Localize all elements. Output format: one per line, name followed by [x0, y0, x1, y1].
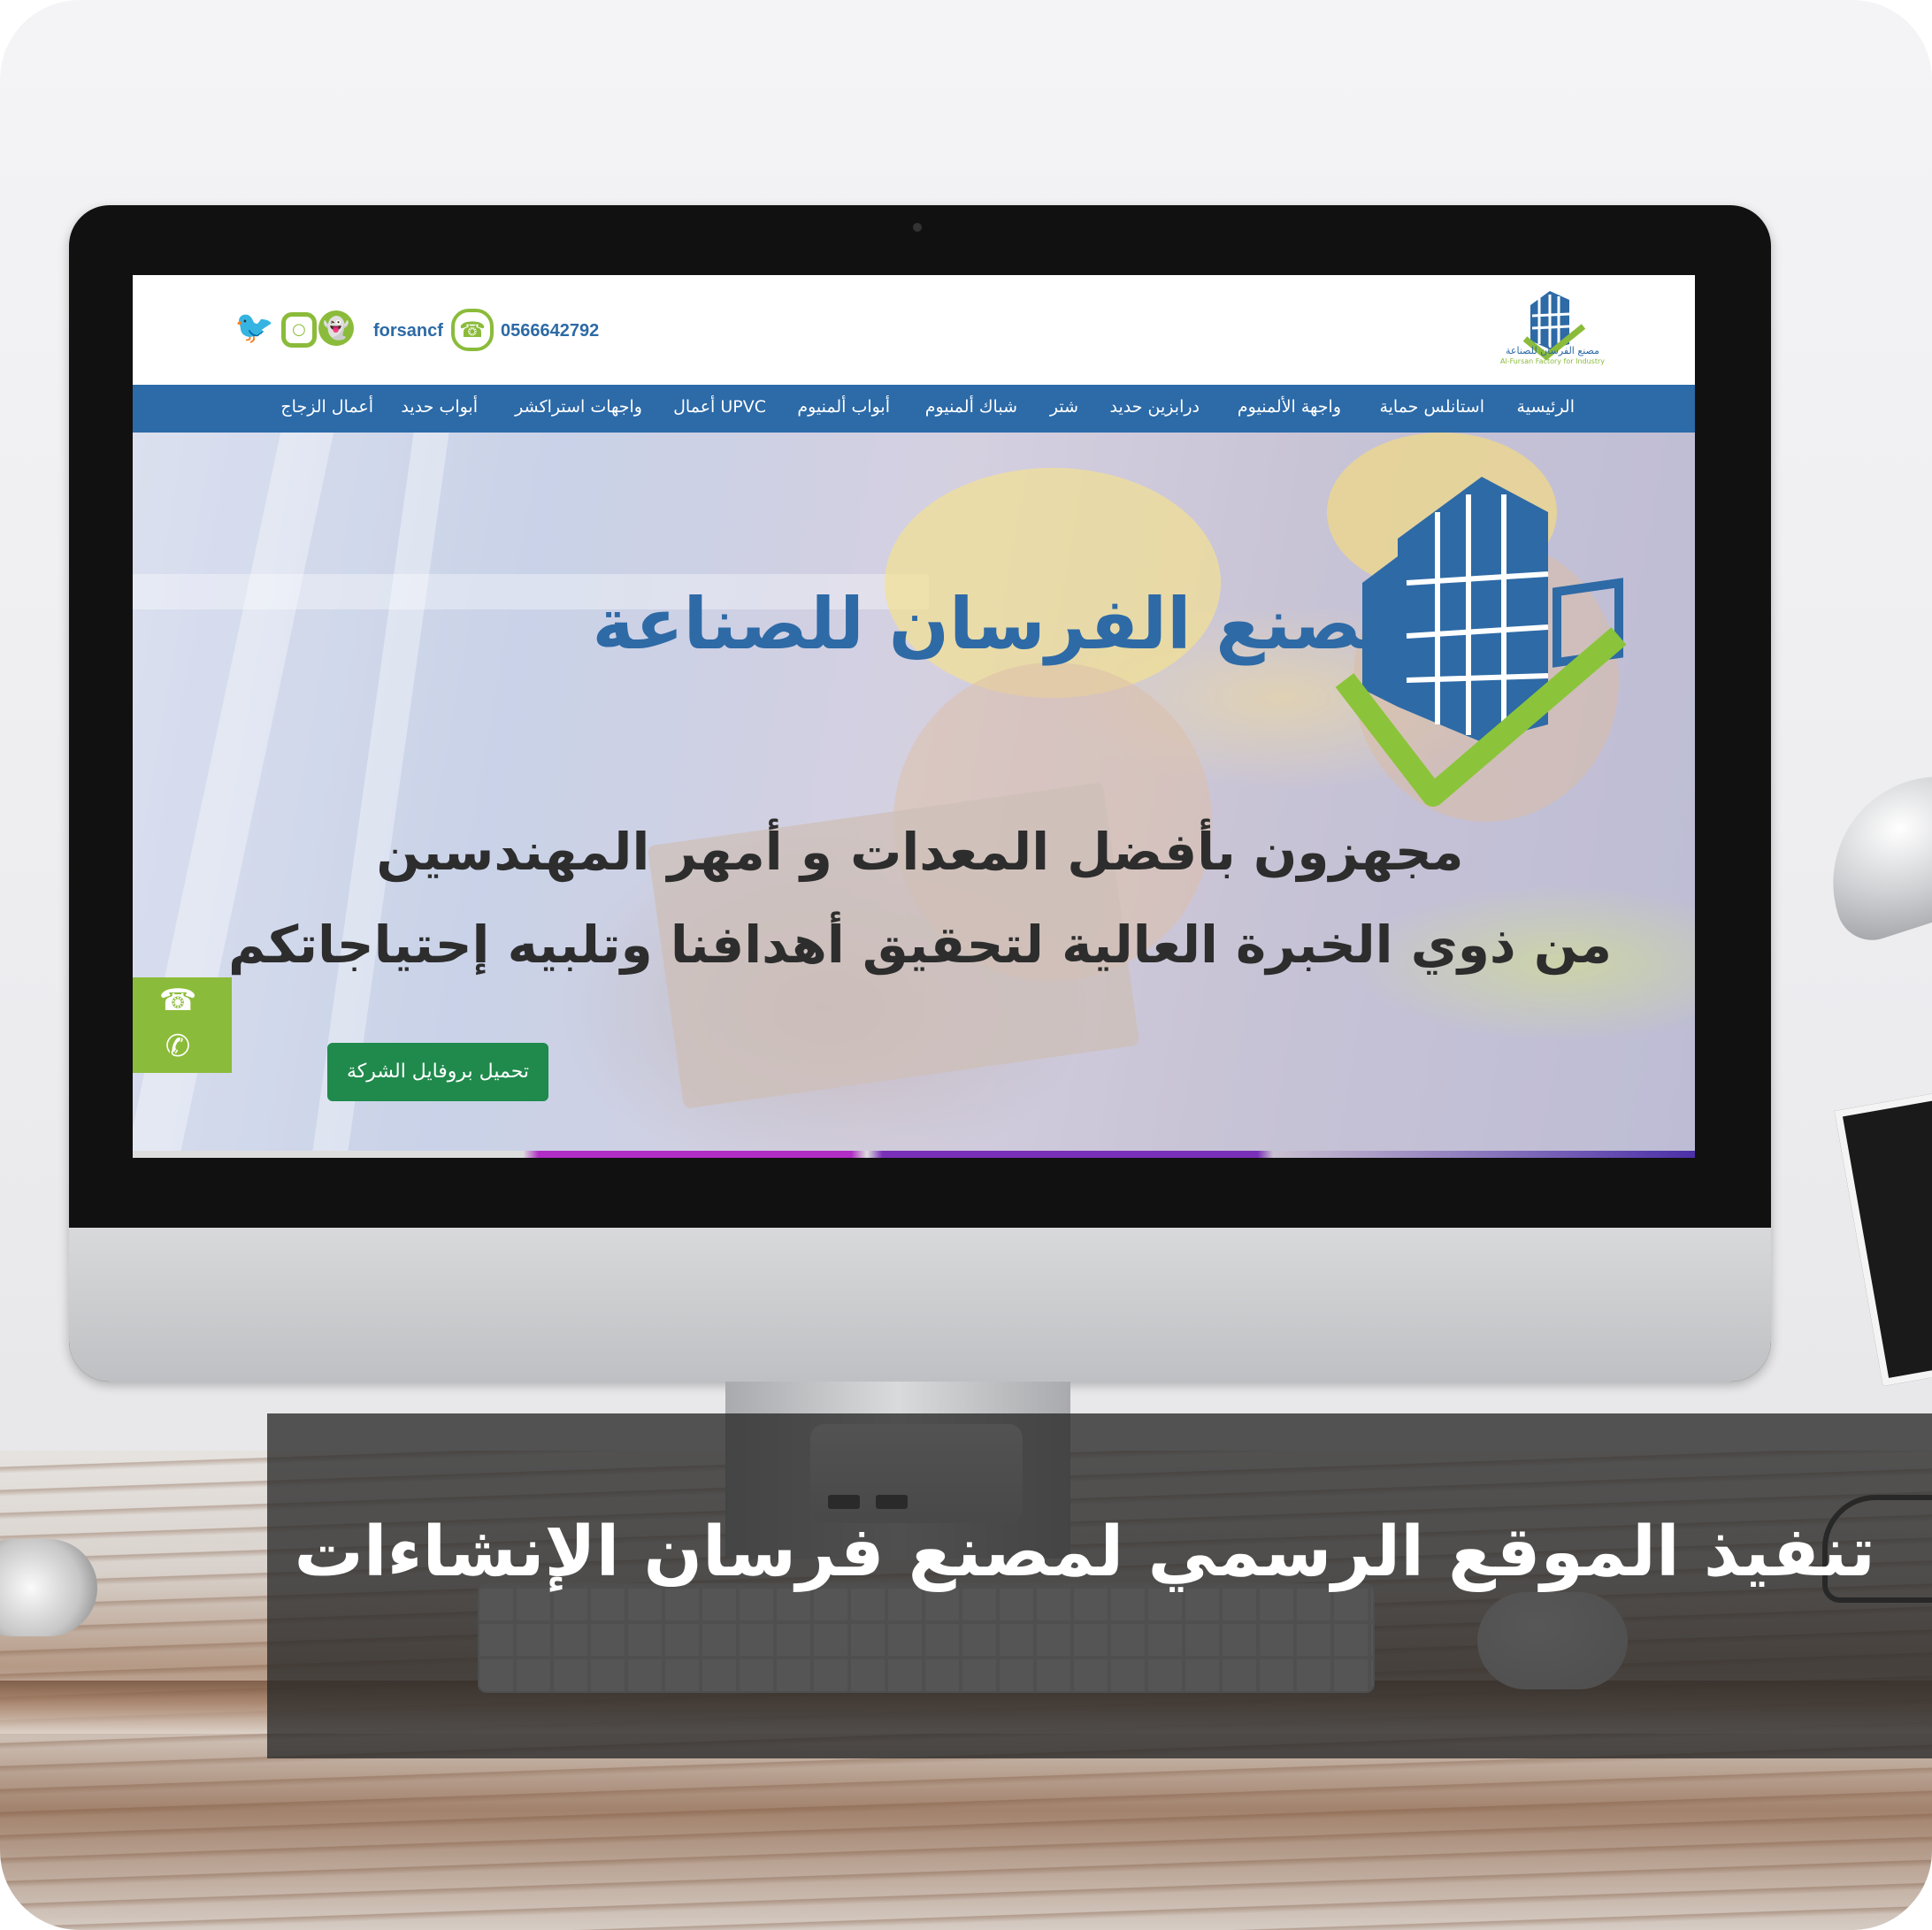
hero-section: مصنع الفرسان للصناعة مجهزون بأفضل المعدا…	[133, 433, 1695, 1158]
nav-item-structural-facades[interactable]: واجهات استراكشر	[515, 397, 642, 417]
nav-item-shutter[interactable]: شتر	[1050, 397, 1078, 417]
caption-title: تنفيذ الموقع الرسمي لمصنع فرسان الإنشاءا…	[294, 1513, 1875, 1592]
whatsapp-icon[interactable]: ☎	[156, 981, 200, 1020]
hero-brand-title: مصنع الفرسان للصناعة	[592, 583, 1407, 665]
website-screen: 🐦 ○ 👻 forsancf ☎ 0566642792 مصنع الفرسان…	[133, 275, 1695, 1158]
whatsapp-icon[interactable]: ☎	[451, 309, 494, 351]
hero-tagline-2: من ذوي الخبرة العالية لتحقيق أهدافنا وتل…	[228, 915, 1612, 975]
logo-text-ar: مصنع الفرسان للصناعة	[1506, 345, 1599, 356]
monitor-camera	[913, 223, 922, 232]
watch	[0, 1539, 97, 1636]
twitter-icon[interactable]: 🐦	[234, 310, 274, 346]
slider-strip	[133, 1151, 1695, 1158]
snapchat-icon[interactable]: 👻	[318, 310, 354, 346]
instagram-icon[interactable]: ○	[281, 312, 317, 348]
nav-item-aluminium-facade[interactable]: واجهة الألمنيوم	[1238, 397, 1341, 417]
main-nav: الرئيسية استانلس حماية واجهة الألمنيوم د…	[133, 385, 1695, 433]
mockup-scene: 🐦 ○ 👻 forsancf ☎ 0566642792 مصنع الفرسان…	[0, 0, 1932, 1930]
site-topbar: 🐦 ○ 👻 forsancf ☎ 0566642792 مصنع الفرسان…	[133, 275, 1695, 385]
nav-item-home[interactable]: الرئيسية	[1517, 397, 1575, 417]
hero-tagline-1: مجهزون بأفضل المعدات و أمهر المهندسين	[376, 822, 1464, 882]
photo-print	[1834, 1086, 1932, 1387]
nav-item-aluminium-window[interactable]: شباك ألمنيوم	[925, 397, 1017, 417]
download-profile-button[interactable]: تحميل بروفايل الشركة	[327, 1043, 548, 1101]
phone-icon[interactable]: ✆	[156, 1027, 200, 1066]
monitor-chin	[69, 1228, 1771, 1382]
logo-text-en: Al-Fursan Factory for Industry	[1499, 357, 1605, 365]
lamp	[1806, 748, 1932, 950]
site-logo-caption: مصنع الفرسان للصناعة Al-Fursan Factory f…	[1486, 346, 1619, 367]
nav-item-glass-works[interactable]: أعمال الزجاج	[280, 397, 373, 417]
nav-item-aluminium-doors[interactable]: أبواب ألمنيوم	[797, 397, 890, 417]
nav-item-iron-railing[interactable]: درابزين حديد	[1110, 397, 1200, 417]
nav-item-stainless[interactable]: استانلس حماية	[1379, 397, 1484, 417]
social-handle[interactable]: forsancf	[373, 321, 443, 341]
nav-item-upvc[interactable]: UPVC أعمال	[673, 397, 766, 417]
phone-number[interactable]: 0566642792	[501, 321, 599, 341]
nav-item-iron-doors[interactable]: أبواب حديد	[401, 397, 478, 417]
floating-contact-bar: ☎ ✆	[133, 977, 232, 1073]
